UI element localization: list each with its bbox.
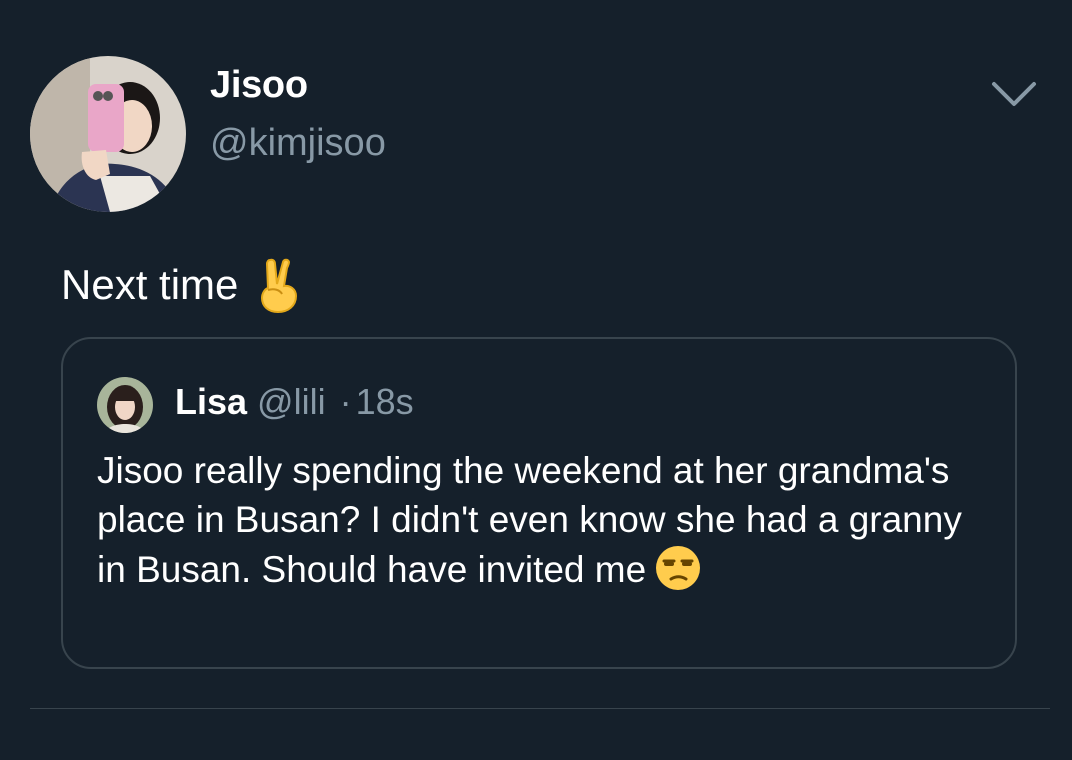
author-display-name[interactable]: Jisoo: [210, 64, 308, 107]
tweet-card[interactable]: Jisoo @kimjisoo Next time Lisa @lili · 1…: [0, 0, 1072, 760]
quoted-header: Lisa @lili · 18s: [175, 381, 414, 423]
victory-hand-emoji-icon: [256, 256, 302, 314]
divider: [30, 708, 1050, 709]
quoted-author-avatar[interactable]: [97, 377, 153, 433]
chevron-down-icon[interactable]: [988, 74, 1040, 114]
unamused-face-emoji-icon: [654, 544, 702, 592]
quoted-body: Jisoo really spending the weekend at her…: [97, 447, 977, 595]
quoted-handle[interactable]: @lili: [257, 381, 326, 422]
quoted-tweet[interactable]: Lisa @lili · 18s Jisoo really spending the…: [61, 337, 1017, 669]
quoted-separator: ·: [339, 381, 352, 422]
author-avatar[interactable]: [30, 56, 186, 212]
tweet-text: Next time: [61, 261, 239, 308]
quoted-display-name[interactable]: Lisa: [175, 381, 247, 422]
tweet-body: Next time: [61, 256, 302, 314]
author-handle[interactable]: @kimjisoo: [210, 122, 386, 165]
quoted-timestamp: 18s: [355, 381, 414, 422]
quoted-text: Jisoo really spending the weekend at her…: [97, 450, 962, 590]
